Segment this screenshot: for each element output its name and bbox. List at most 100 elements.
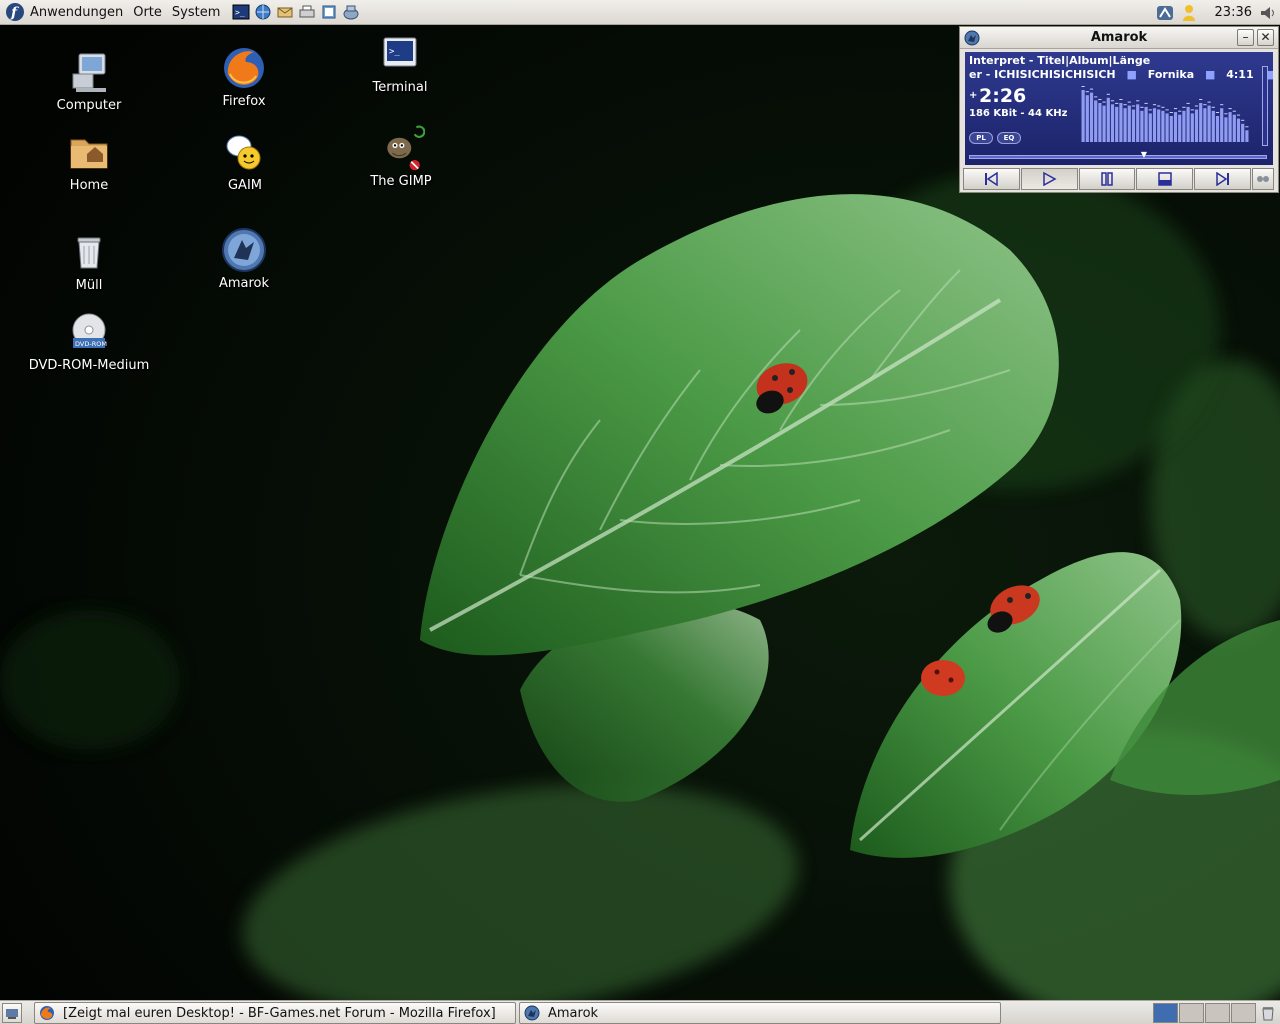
amarok-icon xyxy=(524,1005,540,1021)
time-mode-toggle[interactable]: + xyxy=(969,90,977,101)
volume-slider[interactable] xyxy=(1262,66,1268,146)
analyzer-peak xyxy=(1182,106,1186,108)
home-folder-icon xyxy=(70,139,108,169)
desktop-icon-gimp[interactable]: The GIMP xyxy=(331,124,471,189)
analyzer-bar xyxy=(1228,112,1232,142)
update-launcher-icon[interactable] xyxy=(341,2,361,22)
taskbar-item-firefox[interactable]: [Zeigt mal euren Desktop! - BF-Games.net… xyxy=(34,1002,516,1024)
amarok-player-window[interactable]: Amarok – ✕ Interpret - Titel|Album|Länge… xyxy=(959,26,1279,193)
analyzer-bar xyxy=(1123,108,1127,142)
workspace-2[interactable] xyxy=(1179,1003,1204,1023)
fedora-logo-icon[interactable]: f xyxy=(5,2,25,22)
analyzer-peak xyxy=(1186,102,1190,104)
seek-slider-handle[interactable]: ▼ xyxy=(1141,150,1147,159)
workspace-3[interactable] xyxy=(1205,1003,1230,1023)
desktop-icon-dvd[interactable]: DVD-ROM DVD-ROM-Medium xyxy=(19,308,159,373)
play-button[interactable] xyxy=(1020,168,1078,190)
desktop-icon-label: Computer xyxy=(56,98,122,113)
printer-launcher-icon[interactable] xyxy=(297,2,317,22)
analyzer-bar xyxy=(1207,105,1211,142)
separator-dot: ■ xyxy=(1126,68,1137,81)
now-playing-length: 4:11 xyxy=(1226,68,1254,81)
analyzer-bar xyxy=(1119,103,1123,142)
analyzer-peak xyxy=(1131,105,1136,107)
analyzer-peak xyxy=(1203,104,1207,106)
analyzer-bar xyxy=(1144,106,1148,142)
network-status-icon[interactable] xyxy=(1153,2,1177,24)
analyzer-bar xyxy=(1220,108,1224,142)
analyzer-peak xyxy=(1190,109,1194,111)
desktop-icon-label: Home xyxy=(69,178,109,193)
menu-applications[interactable]: Anwendungen xyxy=(25,0,128,25)
desktop-icon-firefox[interactable]: Firefox xyxy=(174,44,314,109)
minimize-button[interactable]: – xyxy=(1237,29,1254,46)
user-status-icon[interactable] xyxy=(1177,2,1201,24)
analyzer-peak xyxy=(1194,105,1199,107)
elapsed-time[interactable]: 2:26 xyxy=(979,85,1026,107)
trash-applet-icon[interactable] xyxy=(1259,1004,1277,1022)
pause-button[interactable] xyxy=(1078,168,1136,190)
workspace-1[interactable] xyxy=(1153,1003,1178,1023)
desktop-icon-trash[interactable]: Müll xyxy=(19,228,159,293)
desktop-icon-computer[interactable]: Computer xyxy=(19,48,159,113)
analyzer-peak xyxy=(1211,106,1215,108)
analyzer-peak xyxy=(1094,96,1098,98)
analyzer-bar xyxy=(1203,108,1207,142)
analyzer-bar xyxy=(1232,114,1236,142)
menu-system[interactable]: System xyxy=(167,0,225,25)
now-playing-title: er - ICHISICHISICHISICH xyxy=(969,68,1116,81)
analyzer-peak xyxy=(1245,126,1249,128)
show-desktop-button[interactable] xyxy=(2,1003,22,1023)
email-launcher-icon[interactable] xyxy=(275,2,295,22)
seek-slider[interactable] xyxy=(969,155,1267,159)
taskbar-item-amarok[interactable]: Amarok xyxy=(519,1002,1001,1024)
firefox-icon xyxy=(224,48,264,88)
desktop-icon-amarok[interactable]: Amarok xyxy=(174,226,314,291)
firefox-icon xyxy=(40,1006,54,1020)
playlist-toggle-button[interactable]: PL xyxy=(969,132,993,144)
next-button[interactable] xyxy=(1194,168,1251,190)
amarok-titlebar[interactable]: Amarok – ✕ xyxy=(960,27,1278,49)
analyzer-peak xyxy=(1161,106,1165,108)
desktop-icon-label: Firefox xyxy=(222,94,266,109)
bottom-panel: [Zeigt mal euren Desktop! - BF-Games.net… xyxy=(0,1000,1280,1024)
bitrate-samplerate: 186 KBit - 44 KHz xyxy=(969,108,1068,119)
analyzer-bar xyxy=(1169,116,1173,142)
desktop-icon-label: DVD-ROM-Medium xyxy=(28,358,150,373)
analyzer-bar xyxy=(1110,104,1115,142)
stop-icon xyxy=(1158,172,1172,186)
analyzer-peak xyxy=(1215,112,1220,113)
close-button[interactable]: ✕ xyxy=(1257,29,1274,46)
analyzer-bar xyxy=(1115,106,1119,142)
stop-button[interactable] xyxy=(1136,168,1194,190)
terminal-launcher-icon[interactable]: >_ xyxy=(231,2,251,22)
analyzer-bar xyxy=(1081,90,1085,142)
taskbar-item-label: [Zeigt mal euren Desktop! - BF-Games.net… xyxy=(63,1005,496,1021)
analyzer-peak xyxy=(1165,109,1169,111)
now-playing-scroller: er - ICHISICHISICHISICH ■ Fornika ■ 4:11… xyxy=(969,68,1273,81)
analyzer-bar xyxy=(1236,118,1241,142)
workspace-4[interactable] xyxy=(1231,1003,1256,1023)
analyzer-peak xyxy=(1106,93,1110,95)
equalizer-toggle-button[interactable]: EQ xyxy=(997,132,1021,144)
desktop-icon-home[interactable]: Home xyxy=(19,128,159,193)
previous-button[interactable] xyxy=(963,168,1020,190)
volume-icon[interactable] xyxy=(1258,2,1278,24)
desktop-icon-terminal[interactable]: >_ Terminal xyxy=(330,30,470,95)
analyzer-peak xyxy=(1148,109,1152,111)
analyzer-peak xyxy=(1089,88,1094,90)
browser-launcher-icon[interactable] xyxy=(253,2,273,22)
menu-places[interactable]: Orte xyxy=(128,0,167,25)
analyzer-peak xyxy=(1140,106,1144,108)
next-icon xyxy=(1215,172,1229,186)
computer-icon xyxy=(72,53,106,92)
documentation-launcher-icon[interactable] xyxy=(319,2,339,22)
desktop-icon-label: Terminal xyxy=(372,80,428,95)
now-playing-album: Fornika xyxy=(1147,68,1195,81)
analyzer-peak xyxy=(1115,102,1119,104)
spectrum-analyzer[interactable] xyxy=(1081,86,1249,142)
analyzer-peak xyxy=(1102,101,1106,103)
panel-clock[interactable]: 23:36 xyxy=(1201,5,1258,20)
desktop-icon-gaim[interactable]: GAIM xyxy=(175,128,315,193)
options-button[interactable] xyxy=(1251,168,1274,190)
